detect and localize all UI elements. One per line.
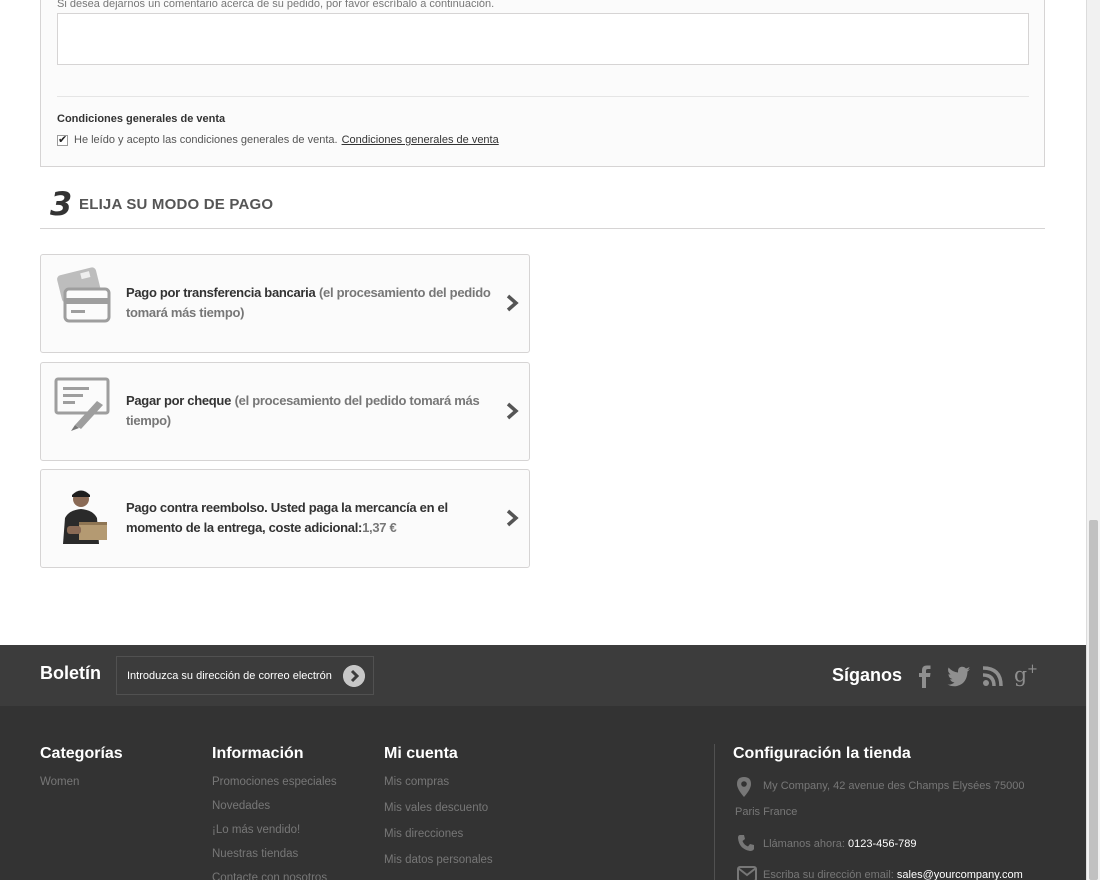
- newsletter-placeholder: Introduzca su dirección de correo electr…: [127, 670, 332, 682]
- svg-text:g: g: [1014, 662, 1027, 686]
- payment-title: Pago por transferencia bancaria: [126, 285, 316, 300]
- step-heading: 3 ELIJA SU MODO DE PAGO: [40, 185, 1045, 229]
- phone-icon: [738, 835, 754, 851]
- phone-label: Llámanos ahora:: [763, 838, 845, 850]
- terms-text: He leído y acepto las condiciones genera…: [74, 134, 338, 146]
- order-summary-box: Si desea dejarnos un comentario acerca d…: [40, 0, 1045, 167]
- footer-link[interactable]: Mis direcciones: [384, 824, 493, 850]
- footer-link[interactable]: Mis compras: [384, 772, 493, 798]
- order-comment-textarea[interactable]: [57, 13, 1029, 65]
- payment-option-cash-on-delivery[interactable]: Pago contra reembolso. Usted paga la mer…: [40, 469, 530, 568]
- store-phone: Llámanos ahora: 0123-456-789: [763, 838, 917, 850]
- store-address-line2: Paris France: [735, 806, 798, 818]
- account-list: Mis compras Mis vales descuento Mis dire…: [384, 772, 493, 876]
- step-number: 3: [50, 185, 73, 223]
- footer-link[interactable]: Promociones especiales: [212, 772, 337, 796]
- terms-link[interactable]: Condiciones generales de venta: [342, 134, 499, 146]
- footer-link[interactable]: Contacte con nosotros: [212, 868, 337, 880]
- page: Si desea dejarnos un comentario acerca d…: [0, 0, 1086, 880]
- divider: [57, 96, 1029, 97]
- comment-hint: Si desea dejarnos un comentario acerca d…: [57, 0, 495, 10]
- payment-title: Pago contra reembolso. Usted paga la mer…: [126, 500, 448, 535]
- facebook-icon[interactable]: [912, 663, 938, 689]
- svg-text:+: +: [1027, 662, 1038, 677]
- email-label: Escriba su dirección email:: [763, 869, 894, 880]
- terms-title: Condiciones generales de venta: [57, 113, 226, 125]
- payment-text: Pago contra reembolso. Usted paga la mer…: [126, 498, 501, 538]
- map-marker-icon: [737, 777, 751, 797]
- footer-link[interactable]: Women: [40, 772, 79, 796]
- email-link[interactable]: sales@yourcompany.com: [897, 869, 1023, 880]
- vertical-scrollbar[interactable]: [1086, 0, 1100, 880]
- scrollbar-thumb[interactable]: [1089, 520, 1098, 880]
- newsletter-submit-button[interactable]: [343, 665, 365, 687]
- store-address-line1: My Company, 42 avenue des Champs Elysées…: [763, 780, 1025, 792]
- categories-title: Categorías: [40, 745, 123, 762]
- footer: Categorías Women Información Promociones…: [0, 706, 1086, 880]
- chevron-right-icon: [506, 402, 519, 420]
- terms-row: He leído y acepto las condiciones genera…: [57, 133, 499, 146]
- information-title: Información: [212, 745, 304, 762]
- payment-option-bankwire[interactable]: Pago por transferencia bancaria (el proc…: [40, 254, 530, 353]
- footer-link[interactable]: Nuestras tiendas: [212, 844, 337, 868]
- column-separator: [714, 744, 715, 880]
- bank-card-icon: [57, 267, 111, 323]
- store-title: Configuración la tienda: [733, 745, 911, 762]
- payment-note: 1,37 €: [362, 520, 397, 535]
- footer-link[interactable]: Mis datos personales: [384, 850, 493, 876]
- newsletter-band: Boletín Introduzca su dirección de corre…: [0, 645, 1086, 706]
- delivery-man-icon: [59, 486, 113, 544]
- payment-text: Pagar por cheque (el procesamiento del p…: [126, 391, 501, 431]
- terms-checkbox[interactable]: [57, 133, 68, 146]
- newsletter-title: Boletín: [40, 663, 101, 683]
- store-email: Escriba su dirección email: sales@yourco…: [763, 869, 1023, 880]
- phone-number: 0123-456-789: [848, 838, 917, 850]
- google-plus-icon[interactable]: g +: [1014, 661, 1040, 687]
- account-title: Mi cuenta: [384, 745, 458, 762]
- follow-us-title: Síganos: [832, 665, 903, 685]
- chevron-right-icon: [506, 509, 519, 527]
- footer-link[interactable]: Novedades: [212, 796, 337, 820]
- categories-list: Women: [40, 772, 79, 796]
- chevron-right-icon: [506, 294, 519, 312]
- information-list: Promociones especiales Novedades ¡Lo más…: [212, 772, 337, 880]
- envelope-icon: [737, 866, 757, 880]
- newsletter-email-input[interactable]: Introduzca su dirección de correo electr…: [116, 656, 374, 695]
- footer-link[interactable]: ¡Lo más vendido!: [212, 820, 337, 844]
- rss-icon[interactable]: [980, 663, 1006, 689]
- payment-text: Pago por transferencia bancaria (el proc…: [126, 283, 501, 323]
- payment-option-cheque[interactable]: Pagar por cheque (el procesamiento del p…: [40, 362, 530, 461]
- payment-title: Pagar por cheque: [126, 393, 232, 408]
- footer-link[interactable]: Mis vales descuento: [384, 798, 493, 824]
- cheque-icon: [54, 377, 110, 431]
- twitter-icon[interactable]: [946, 663, 972, 689]
- step-title: ELIJA SU MODO DE PAGO: [79, 196, 274, 213]
